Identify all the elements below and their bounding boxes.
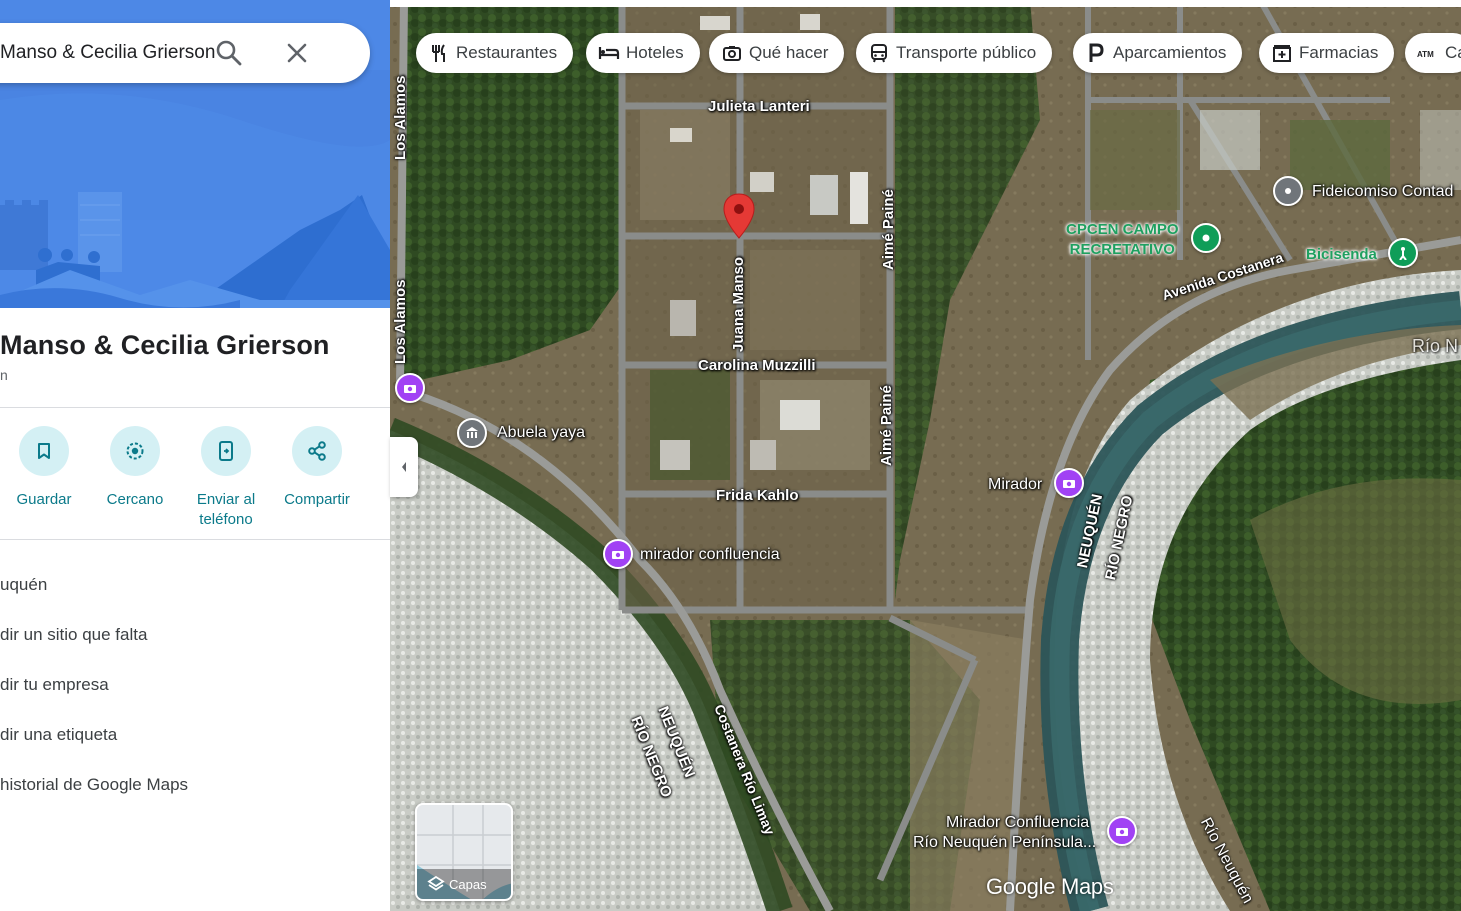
street-label: Aimé Painé [878,385,895,466]
send-to-phone-button[interactable]: Enviar al teléfono [181,426,271,530]
send-to-phone-label: Enviar al teléfono [196,491,256,528]
chip-label: Transporte público [896,43,1037,62]
share-icon [292,426,342,476]
collapse-panel-button[interactable] [390,437,418,497]
place-subtitle: n [0,367,8,383]
street-label: Los Alamos [392,75,409,160]
river-label: Río N [1412,336,1459,356]
share-label: Compartir [284,491,350,508]
poi-label[interactable]: Mirador [988,476,1042,494]
street-label: Los Alamos [392,279,409,364]
chip-label: Farmacias [1299,43,1379,62]
bookmark-icon [19,426,69,476]
camera-poi-icon[interactable] [395,373,425,403]
poi-label-line: RECRETATIVO [1069,241,1175,258]
chip-parking[interactable]: Aparcamientos [1073,33,1243,73]
chip-atms[interactable]: ATM Ca [1405,33,1461,73]
camera-poi-icon[interactable] [1107,816,1137,846]
poi-label[interactable]: Mirador Confluencia [946,814,1089,832]
camera-poi-icon[interactable] [603,539,633,569]
chip-label: Hoteles [626,43,684,62]
save-button[interactable]: Guardar [0,426,89,510]
divider [0,539,390,540]
layers-icon [427,875,445,898]
poi-label[interactable]: mirador confluencia [640,546,780,564]
place-title: Manso & Cecilia Grierson [0,330,330,360]
nearby-icon [110,426,160,476]
place-panel: Manso & Cecilia Grierson Manso & Cecilia… [0,0,390,911]
menu-item-add-business[interactable]: dir tu empresa [0,675,109,695]
chip-pharmacies[interactable]: Farmacias [1259,33,1395,73]
menu-item-add-missing-place[interactable]: dir un sitio que falta [0,625,147,645]
restaurant-icon [428,42,450,64]
chip-label: Restaurantes [456,43,558,62]
layers-button[interactable]: Capas [415,803,513,901]
poi-label[interactable]: Río Neuquén Península... [913,834,1096,852]
street-label: Juana Manso [730,256,747,352]
satellite-map[interactable]: Restaurantes Hoteles Qué hacer Transport… [390,0,1461,911]
chip-label: Aparcamientos [1113,43,1227,62]
nearby-button[interactable]: Cercano [90,426,180,510]
bike-trail-icon[interactable] [1388,238,1418,268]
poi-label[interactable]: Fideicomiso Contad [1312,183,1453,201]
chevron-left-icon [402,462,406,472]
atm-icon: ATM [1417,42,1439,64]
camera-icon [721,42,743,64]
place-pin-icon[interactable] [1273,176,1303,206]
nearby-label: Cercano [106,491,164,508]
street-label: Aimé Painé [880,189,897,270]
menu-item-location[interactable]: uquén [0,575,47,595]
send-to-phone-icon [201,426,251,476]
street-label: Julieta Lanteri [708,98,810,115]
location-pin-icon[interactable] [722,192,756,245]
chip-hotels[interactable]: Hoteles [586,33,700,73]
chip-things-to-do[interactable]: Qué hacer [709,33,845,73]
parking-icon [1085,42,1107,64]
layers-label: Capas [449,877,487,892]
poi-label[interactable]: CPCEN CAMPO RECRETATIVO [1066,220,1179,260]
search-box[interactable]: Manso & Cecilia Grierson [0,23,370,83]
hotel-icon [598,42,620,64]
chip-public-transit[interactable]: Transporte público [856,33,1053,73]
poi-label[interactable]: Bicisenda [1306,245,1377,265]
park-icon[interactable] [1191,223,1221,253]
search-input[interactable]: Manso & Cecilia Grierson [0,42,215,64]
camera-poi-icon[interactable] [1054,468,1084,498]
save-label: Guardar [16,491,72,508]
transit-icon [868,42,890,64]
pharmacy-icon [1271,42,1293,64]
close-icon[interactable] [282,38,312,68]
google-maps-logo: Google Maps [986,874,1114,899]
top-edge [390,0,1461,7]
poi-label-line: CPCEN CAMPO [1066,221,1179,238]
museum-icon[interactable] [457,418,487,448]
divider [0,407,390,408]
share-button[interactable]: Compartir [272,426,362,510]
chip-label: Ca [1445,43,1461,62]
chip-label: Qué hacer [749,43,829,62]
chip-restaurants[interactable]: Restaurantes [416,33,574,73]
svg-text:ATM: ATM [1417,50,1434,59]
menu-item-maps-history[interactable]: historial de Google Maps [0,775,188,795]
search-icon[interactable] [214,38,244,68]
poi-label[interactable]: Abuela yaya [497,424,585,442]
street-label: Frida Kahlo [716,487,799,504]
street-label: Carolina Muzzilli [698,357,816,374]
menu-item-add-label[interactable]: dir una etiqueta [0,725,117,745]
